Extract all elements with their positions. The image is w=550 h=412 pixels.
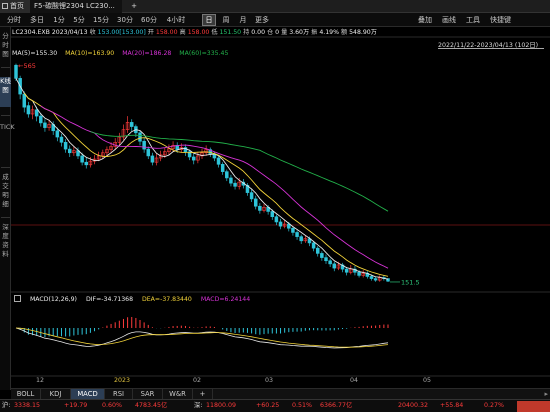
moving-averages [15,78,389,280]
candle [150,155,155,163]
status-item: 0.60% [102,402,123,409]
candle [373,278,378,281]
candle [249,192,254,200]
candle [295,232,299,237]
macd-legend: MACD(12,26,9) DIF=-34.71368 DEA=-37.8344… [14,295,257,305]
macd-settings-icon[interactable] [14,295,21,302]
x-label-mar: 03 [265,377,274,384]
status-item: 深: [194,402,203,409]
candle [138,132,142,142]
status-item: 6366.77亿 [320,402,353,409]
candle [34,109,39,117]
candle [344,268,349,273]
alert-indicator[interactable] [517,401,550,412]
candle [225,171,229,179]
dif-line [15,327,389,349]
status-item: +60.25 [256,402,280,409]
candle [22,93,27,108]
x-label-apr: 04 [350,377,359,384]
candles [14,63,390,282]
status-item: 0.27% [484,402,505,409]
chart-grid [11,36,550,377]
candle [129,122,134,127]
candle [328,260,332,265]
candle [142,140,146,150]
candle [324,257,328,262]
x-label-may: 05 [423,377,432,384]
candle [67,148,72,154]
candle [55,130,60,138]
candle [315,247,320,254]
x-label-2023: 2023 [114,377,131,384]
low-price-mark: 151.5 [401,278,420,286]
x-label-feb: 02 [193,377,202,384]
status-item: 0.51% [292,402,313,409]
macd-value: MACD=6.24144 [200,296,251,303]
macd-dif: DIF=-34.71368 [85,296,134,303]
candle [357,271,361,276]
ma10-line [23,92,389,277]
candle [146,148,151,157]
candle [220,164,225,172]
candle [258,205,262,211]
candle [291,227,295,233]
x-label-dec: 12 [36,377,45,384]
kline-chart[interactable]: ←565 151.5 [0,0,550,412]
candle [26,105,31,115]
status-item: 11800.09 [206,402,237,409]
macd-dea: DEA=-37.83440 [142,296,192,303]
candle [39,115,43,124]
candle [229,177,233,184]
candle [191,156,196,161]
candle [332,263,337,269]
ma60-line [90,131,389,212]
candle [43,122,47,128]
candle [84,161,89,166]
candle [278,221,283,227]
indicator-tabs: BOLL KDJ MACD RSI SAR W&R + ▸ [11,388,550,400]
candle [233,182,237,187]
status-item: +55.84 [440,402,464,409]
high-price-mark: ←565 [18,62,36,70]
candle [14,64,18,79]
candle [311,242,316,249]
status-item: 3338.15 [14,402,41,409]
candle [80,155,84,163]
candle [299,236,303,242]
status-item: +19.79 [64,402,88,409]
ma20-line [40,105,389,269]
macd-panel [15,316,389,349]
status-item: 4783.45亿 [135,402,168,409]
candle [274,216,279,223]
candle [320,253,324,258]
macd-name: MACD(12,26,9) [29,296,77,303]
candle [216,157,221,165]
candle [369,276,374,279]
candle [59,136,64,143]
market-status-bar: 沪: 3338.15 +19.79 0.60% 4783.45亿 深: 1180… [0,399,550,412]
candle [63,141,68,150]
candle [253,198,258,207]
candle [270,211,275,218]
status-item: 20400.32 [398,402,429,409]
status-item: 沪: [2,402,11,409]
